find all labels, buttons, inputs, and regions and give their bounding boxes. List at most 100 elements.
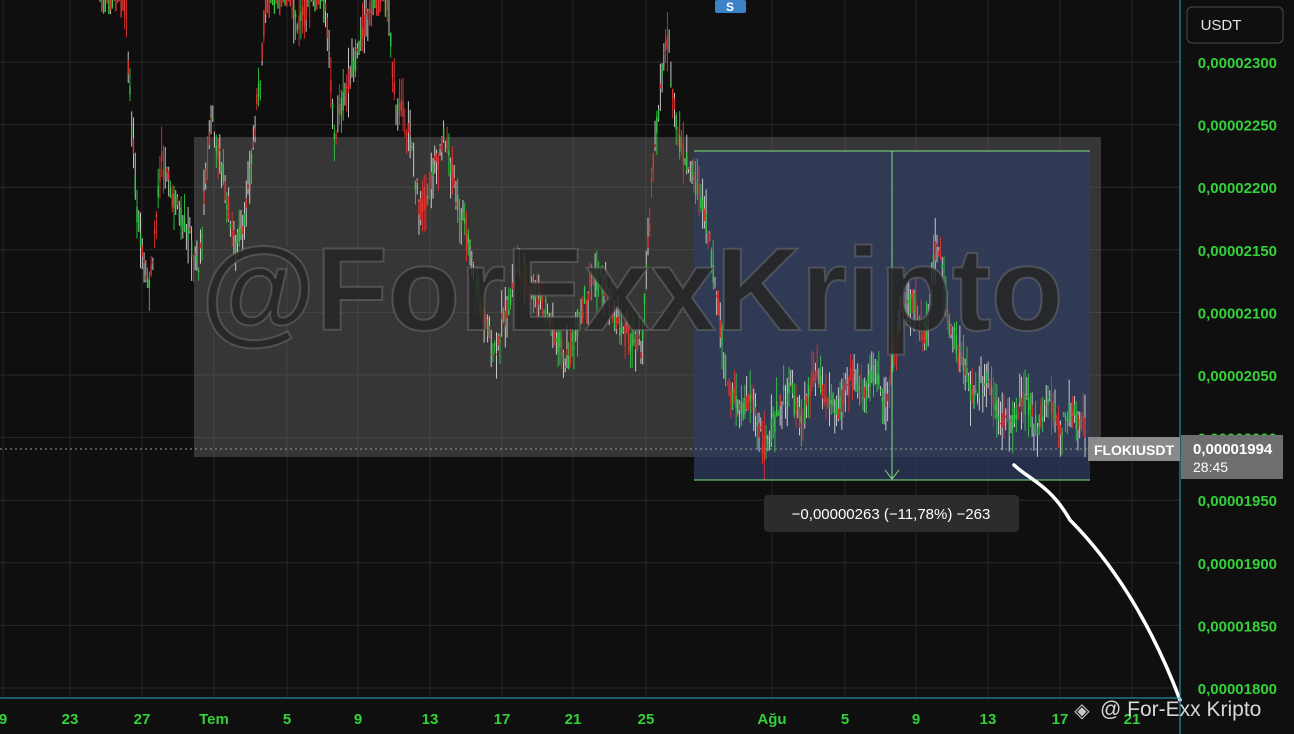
- candle-body: [1057, 420, 1060, 430]
- candle-body: [312, 0, 314, 2]
- candle-body: [354, 51, 357, 72]
- candle-body: [99, 0, 101, 2]
- candle-body: [807, 384, 810, 399]
- candle-body: [962, 356, 965, 371]
- candle-body: [190, 240, 193, 257]
- candle-body: [118, 0, 121, 2]
- candle-body: [173, 193, 175, 208]
- candle-body: [213, 131, 216, 133]
- candle-body: [679, 135, 681, 152]
- candle-body: [853, 372, 855, 374]
- candle-body: [1005, 415, 1007, 418]
- candle-body: [284, 0, 286, 6]
- candle-body: [416, 180, 418, 183]
- candle-body: [282, 0, 284, 3]
- candle-body: [286, 0, 288, 7]
- candle-body: [197, 270, 200, 272]
- candle-body: [756, 422, 758, 427]
- candle-body: [982, 392, 984, 396]
- candle-body: [1070, 416, 1072, 420]
- candle-body: [1024, 393, 1026, 416]
- candle-body: [786, 393, 788, 403]
- candle-body: [176, 196, 179, 206]
- candle-body: [266, 0, 269, 13]
- candle-body: [326, 17, 329, 39]
- candle-body: [116, 0, 119, 3]
- candle-body: [684, 161, 686, 164]
- candle-body: [856, 369, 859, 393]
- candle-body: [846, 384, 848, 386]
- candle-body: [120, 0, 122, 18]
- candle-body: [303, 0, 306, 27]
- candle-body: [412, 164, 415, 167]
- candle-body: [724, 354, 727, 380]
- candle-body: [1054, 403, 1056, 422]
- candle-body: [250, 153, 253, 165]
- candle-body: [381, 0, 383, 2]
- candle-body: [446, 139, 448, 149]
- candle-body: [338, 104, 341, 114]
- candle-body: [1036, 426, 1039, 436]
- candle-body: [226, 204, 228, 210]
- candle-body: [270, 0, 272, 4]
- candle-body: [775, 401, 778, 416]
- candle-body: [180, 207, 182, 227]
- candle-body: [848, 377, 850, 395]
- candle-body: [425, 195, 427, 208]
- candle-body: [821, 384, 824, 399]
- candle-body: [189, 227, 191, 232]
- candle-body: [434, 155, 436, 161]
- time-tick-label: 27: [134, 711, 151, 728]
- candle-body: [442, 127, 445, 140]
- candle-body: [682, 145, 684, 163]
- time-tick-label: 9: [0, 711, 7, 728]
- candle-body: [883, 400, 885, 403]
- candle-body: [701, 198, 704, 211]
- candle-body: [1020, 397, 1023, 413]
- candle-body: [294, 13, 297, 18]
- candle-body: [372, 0, 374, 10]
- candle-body: [779, 394, 781, 407]
- candle-body: [268, 0, 270, 18]
- candle-body: [455, 202, 457, 207]
- candle-body: [668, 46, 670, 49]
- candle-body: [361, 27, 364, 40]
- candle-body: [374, 0, 376, 9]
- candle-body: [319, 0, 321, 9]
- candle-body: [999, 423, 1002, 425]
- candle-body: [152, 262, 154, 264]
- candle-body: [985, 371, 988, 384]
- candle-body: [698, 183, 700, 197]
- candle-body: [462, 212, 464, 219]
- candle-body: [1077, 414, 1079, 430]
- candle-body: [277, 0, 279, 9]
- candle-body: [772, 412, 774, 417]
- candle-body: [368, 8, 371, 13]
- candle-body: [849, 367, 852, 381]
- candle-body: [249, 167, 251, 183]
- candle-body: [874, 362, 877, 366]
- candle-body: [740, 402, 743, 414]
- candle-body: [694, 181, 697, 195]
- candle-body: [227, 196, 230, 220]
- candle-body: [851, 382, 854, 388]
- candle-body: [298, 15, 300, 29]
- candle-body: [349, 85, 351, 89]
- candle-body: [827, 398, 829, 406]
- candle-body: [317, 0, 320, 5]
- time-tick-label: 23: [62, 711, 79, 728]
- candle-body: [206, 160, 209, 162]
- candle-body: [328, 49, 330, 51]
- candle-body: [888, 389, 891, 393]
- candle-body: [1071, 411, 1074, 416]
- candle-body: [259, 80, 262, 83]
- candle-body: [106, 0, 108, 4]
- candle-body: [978, 378, 980, 400]
- candle-body: [448, 150, 450, 156]
- candle-body: [1015, 414, 1017, 420]
- candle-body: [738, 403, 741, 411]
- candle-body: [122, 0, 124, 11]
- candle-body: [1019, 396, 1021, 404]
- price-tick-label: 0,00001850: [1198, 618, 1277, 635]
- price-chart[interactable]: @ForExxKripto S −0,00000263 (−11,78%) −2…: [0, 0, 1294, 734]
